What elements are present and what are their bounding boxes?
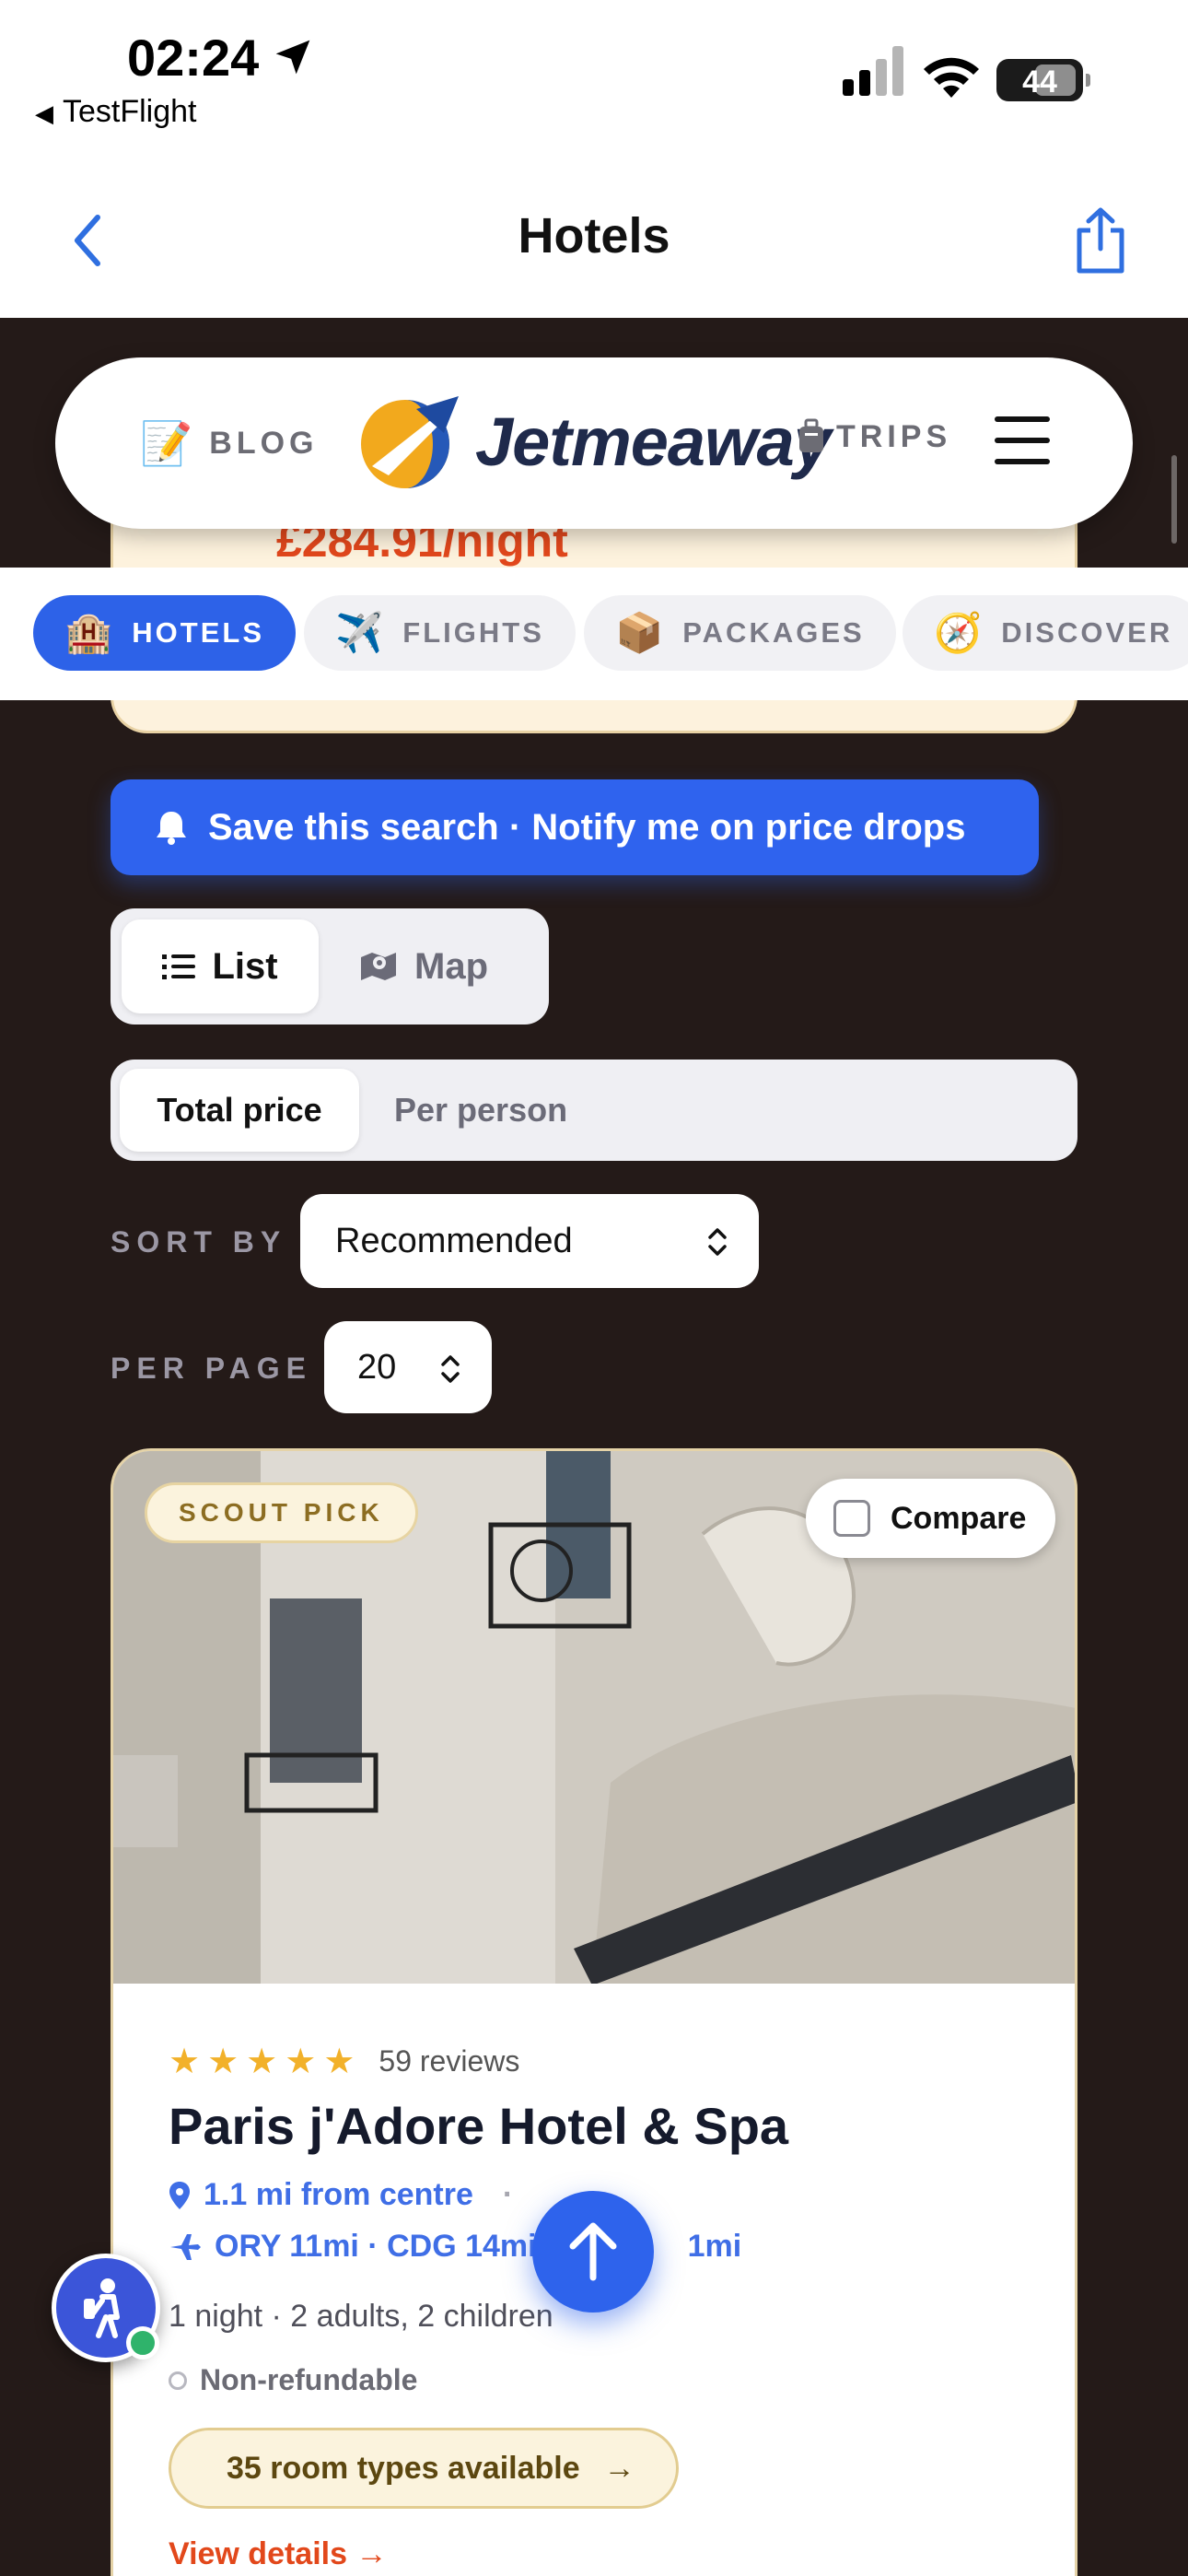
airplane-icon: ✈️	[335, 610, 387, 654]
status-time: 02:24	[127, 29, 260, 87]
scroll-to-top-button[interactable]	[532, 2191, 654, 2313]
airports-text-tail: 1mi	[687, 2229, 742, 2264]
share-icon[interactable]	[1072, 206, 1129, 275]
wifi-icon	[924, 57, 979, 98]
logo-mark-icon	[361, 396, 459, 488]
hotel-card[interactable]: SCOUT PICK Compare ★ ★ ★ ★ ★ 59 reviews …	[111, 1448, 1077, 2576]
tab-hotels-label: HOTELS	[132, 616, 265, 649]
refund-text: Non-refundable	[200, 2363, 418, 2396]
tab-discover[interactable]: 🧭 DISCOVER	[903, 595, 1188, 671]
star-icon: ★	[285, 2043, 317, 2081]
star-icon: ★	[246, 2043, 278, 2081]
checkbox-icon	[833, 1500, 870, 1537]
package-icon: 📦	[615, 610, 667, 654]
list-icon	[162, 954, 196, 979]
distance-text: 1.1 mi from centre	[204, 2177, 473, 2212]
tab-hotels[interactable]: 🏨 HOTELS	[33, 595, 297, 671]
price-mode-toggle: Total price Per person	[111, 1060, 1077, 1161]
trips-link[interactable]: TRIPS	[798, 418, 951, 455]
distance-row: 1.1 mi from centre ·	[169, 2177, 513, 2213]
chevron-up-down-icon	[441, 1355, 460, 1383]
distance-separator: ·	[502, 2177, 514, 2212]
hotel-icon: 🏨	[64, 610, 116, 654]
tab-flights[interactable]: ✈️ FLIGHTS	[304, 595, 576, 671]
online-status-dot	[126, 2326, 159, 2359]
circle-icon	[169, 2371, 187, 2390]
back-to-app-link[interactable]: ◀ TestFlight	[35, 94, 197, 130]
page-title: Hotels	[518, 208, 670, 263]
menu-icon[interactable]	[995, 416, 1050, 464]
battery-level: 44	[1022, 64, 1057, 100]
per-page-select[interactable]: 20	[324, 1321, 492, 1413]
stay-text: 1 night · 2 adults, 2 children	[169, 2299, 553, 2334]
sort-by-label: SORT BY	[111, 1225, 287, 1259]
list-view-button[interactable]: List	[122, 919, 319, 1013]
view-toggle: List Map	[111, 908, 549, 1025]
bell-icon	[157, 812, 186, 845]
arrow-right-icon: →	[603, 2450, 635, 2486]
total-price-button[interactable]: Total price	[120, 1069, 359, 1152]
map-label: Map	[414, 945, 488, 987]
blog-link[interactable]: 📝 BLOG	[140, 418, 319, 469]
map-pin-icon	[169, 2181, 190, 2209]
trips-label: TRIPS	[836, 418, 952, 454]
back-app-label: TestFlight	[63, 94, 197, 129]
scout-pick-badge: SCOUT PICK	[145, 1482, 418, 1543]
star-icon: ★	[323, 2043, 355, 2081]
tab-packages[interactable]: 📦 PACKAGES	[584, 595, 896, 671]
cellular-signal-icon	[843, 46, 903, 96]
list-label: List	[212, 945, 278, 987]
back-triangle-icon: ◀	[35, 100, 53, 127]
compare-label: Compare	[891, 1500, 1027, 1536]
battery-indicator: 44	[996, 59, 1090, 101]
star-rating: ★ ★ ★ ★ ★ 59 reviews	[169, 2041, 519, 2082]
jetmeaway-logo[interactable]: Jetmeaway	[352, 391, 832, 492]
tab-discover-label: DISCOVER	[1001, 616, 1173, 649]
per-page-label: PER PAGE	[111, 1352, 312, 1385]
hotel-photo[interactable]: SCOUT PICK Compare	[113, 1451, 1075, 1984]
airplane-icon	[170, 2233, 201, 2260]
category-tabs: 🏨 HOTELS ✈️ FLIGHTS 📦 PACKAGES 🧭 DISCOVER	[0, 568, 1188, 700]
save-search-label: Save this search · Notify me on price dr…	[208, 806, 966, 848]
tab-flights-label: FLIGHTS	[402, 616, 544, 649]
star-icon: ★	[207, 2043, 239, 2081]
airports-text: ORY 11mi · CDG 14mi	[215, 2229, 537, 2264]
arrow-up-icon	[569, 2222, 617, 2281]
site-header: 📝 BLOG Jetmeaway TRIPS	[55, 357, 1133, 529]
tab-packages-label: PACKAGES	[682, 616, 865, 649]
compass-icon: 🧭	[934, 610, 985, 654]
scrollbar[interactable]	[1171, 455, 1177, 544]
hotel-name[interactable]: Paris j'Adore Hotel & Spa	[169, 2096, 788, 2156]
refund-policy: Non-refundable	[169, 2363, 417, 2397]
star-icon: ★	[169, 2043, 201, 2081]
sort-select[interactable]: Recommended	[300, 1194, 759, 1288]
location-arrow-icon	[275, 40, 310, 75]
map-icon	[361, 953, 396, 980]
room-types-label: 35 room types available	[227, 2450, 580, 2486]
view-details-link[interactable]: View details →	[169, 2536, 387, 2572]
chevron-up-down-icon	[708, 1228, 727, 1256]
save-search-button[interactable]: Save this search · Notify me on price dr…	[111, 779, 1039, 875]
stay-details: 1 night · 2 adults, 2 children	[169, 2299, 553, 2335]
room-types-button[interactable]: 35 room types available →	[169, 2428, 679, 2509]
per-page-value: 20	[357, 1347, 397, 1387]
airports-row: ORY 11mi · CDG 14mi 1mi	[169, 2229, 741, 2265]
per-person-button[interactable]: Per person	[394, 1069, 567, 1152]
logo-text: Jetmeaway	[475, 403, 832, 480]
memo-icon: 📝	[140, 419, 193, 467]
blog-label: BLOG	[209, 426, 319, 461]
map-view-button[interactable]: Map	[359, 919, 488, 1013]
compare-checkbox[interactable]: Compare	[806, 1479, 1056, 1558]
battery-nub	[1086, 74, 1090, 87]
review-count: 59 reviews	[379, 2044, 520, 2078]
travel-assistant-button[interactable]	[52, 2254, 160, 2362]
ios-top-bar: 02:24 ◀ TestFlight 44 Hotels	[0, 0, 1188, 318]
sort-value: Recommended	[335, 1221, 573, 1260]
luggage-icon	[799, 418, 823, 452]
